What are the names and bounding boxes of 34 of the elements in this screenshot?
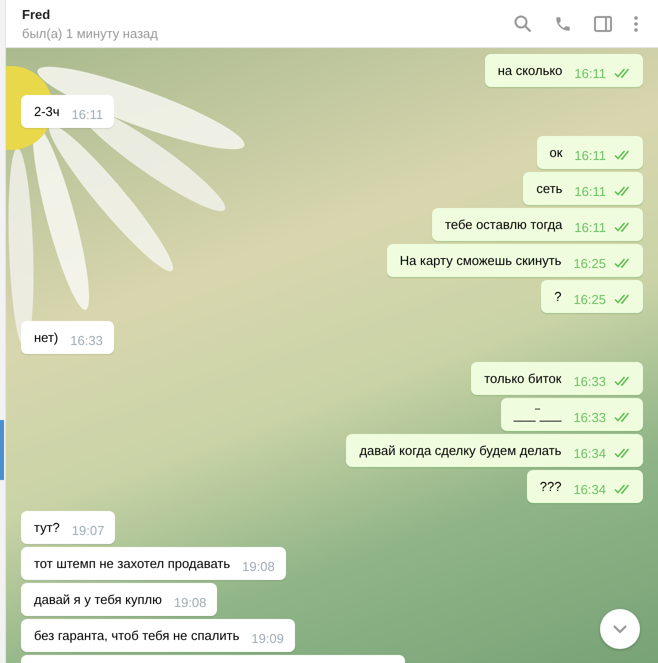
message-time: 16:33 [573, 375, 606, 389]
message-text: тут? [34, 520, 60, 536]
message-text: ок [550, 145, 562, 161]
message-text: ??? [540, 479, 562, 495]
message-text: нет) [34, 330, 58, 346]
message-time: 19:08 [174, 596, 206, 610]
message-text: ___‾___ [514, 407, 562, 423]
message-time: 16:34 [573, 447, 606, 461]
message-text: сеть [536, 181, 562, 197]
message-text: давай я у тебя куплю [34, 592, 162, 608]
message-time: 19:08 [242, 560, 275, 574]
message-time: 19:07 [72, 524, 104, 538]
message-time: 16:11 [574, 221, 606, 235]
message-text: только биток [484, 371, 562, 387]
message-text: На карту сможешь скинуть [400, 253, 562, 269]
message-time: 19:09 [251, 632, 284, 646]
message-text: тебе оставлю тогда [445, 217, 562, 233]
message-time: 16:11 [72, 108, 104, 122]
message-text: 2-3ч [34, 104, 60, 120]
last-seen-status: был(а) 1 минуту назад [22, 26, 158, 40]
message-time: 16:25 [573, 257, 606, 271]
contact-name: Fred [22, 6, 52, 22]
message-time: 16:33 [573, 411, 606, 425]
message-text: давай когда сделку будем делать [359, 443, 562, 459]
message-time: 16:34 [573, 483, 606, 497]
message-text: тот штемп не захотел продавать [34, 556, 230, 572]
message-text: без гаранта, чтоб тебя не спалить [34, 628, 240, 644]
message-text: ? [554, 289, 562, 305]
message-text: на сколько [498, 63, 562, 79]
message-time: 16:11 [574, 67, 606, 81]
message-time: 16:11 [574, 185, 606, 199]
message-time: 16:33 [70, 334, 103, 348]
message-time: 16:25 [573, 293, 606, 307]
message-time: 16:11 [574, 149, 606, 163]
